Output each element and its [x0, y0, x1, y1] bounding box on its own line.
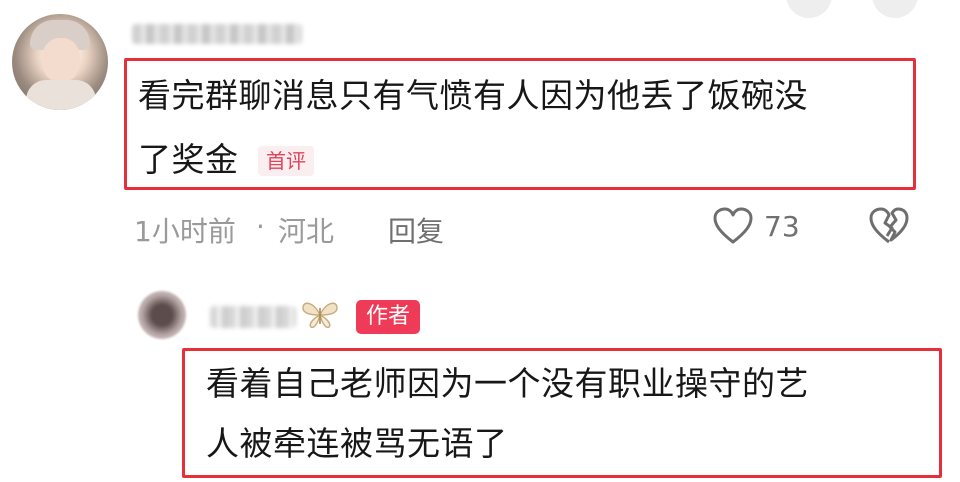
reply-text-line-1: 看着自己老师因为一个没有职业操守的艺 [206, 364, 809, 403]
heart-outline-icon[interactable] [712, 206, 754, 246]
author-badge: 作者 [356, 300, 421, 334]
first-comment-badge: 首评 [258, 146, 314, 176]
comment-time: 1小时前 [134, 215, 236, 248]
like-count: 73 [764, 210, 800, 243]
comment-text-line-1: 看完群聊消息只有气愤有人因为他丢了饭碗没 [138, 76, 808, 115]
reply-button[interactable]: 回复 [388, 210, 444, 250]
reply-text-line-2: 人被牵连被骂无语了 [206, 424, 508, 463]
butterfly-icon [302, 302, 338, 329]
commenter-avatar[interactable] [12, 14, 108, 110]
meta-separator: · [256, 210, 265, 243]
author-username-blurred[interactable] [210, 306, 296, 328]
broken-heart-icon[interactable] [868, 206, 910, 246]
top-action-button-right[interactable] [872, 0, 918, 18]
top-action-button-left[interactable] [786, 0, 832, 18]
author-avatar[interactable] [138, 291, 186, 339]
commenter-username-blurred[interactable] [132, 24, 302, 44]
comment-text-line-2: 了奖金 [138, 140, 239, 179]
comment-location: 河北 [278, 215, 335, 248]
